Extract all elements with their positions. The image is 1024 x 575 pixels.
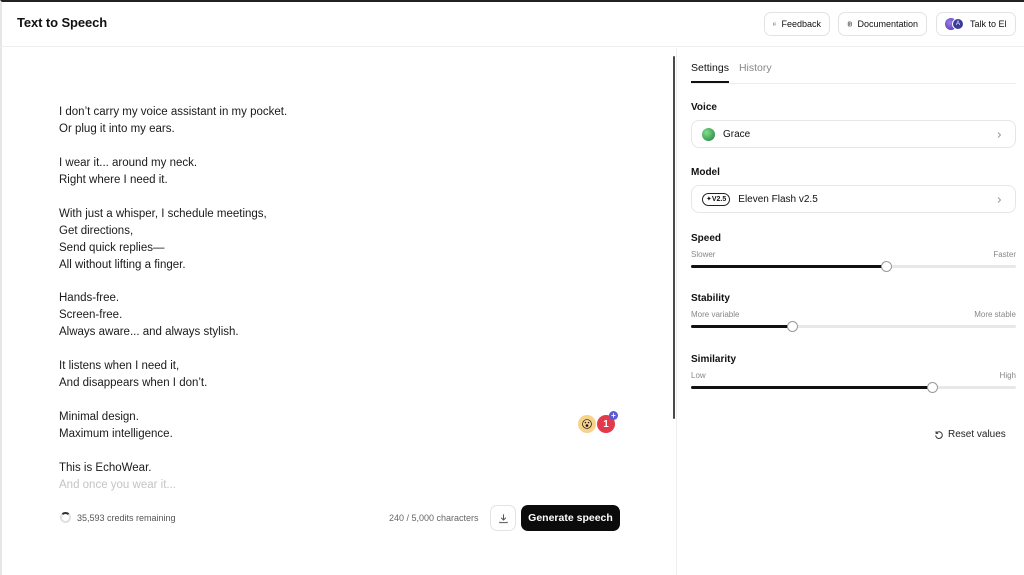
editor-line: It listens when I need it, — [59, 360, 180, 373]
slider-min-label: Slower — [691, 250, 716, 259]
reset-values-label: Reset values — [948, 429, 1006, 440]
editor-paragraph: I don’t carry my voice assistant in my p… — [59, 104, 619, 138]
slider-max-label: More stable — [974, 310, 1016, 319]
chevron-right-icon — [997, 132, 1002, 138]
chevron-right-icon — [997, 197, 1002, 203]
editor-paragraph: I wear it... around my neck. Right where … — [59, 155, 619, 189]
slider-thumb[interactable] — [786, 321, 798, 332]
slider-track[interactable] — [691, 261, 1016, 272]
editor-line: And disappears when I don’t. — [59, 377, 208, 390]
generate-speech-button[interactable]: Generate speech — [521, 505, 620, 531]
editor-line: I don’t carry my voice assistant in my p… — [59, 106, 288, 118]
editor-line: Hands-free. — [59, 292, 120, 305]
editor-paragraph: It listens when I need it, And disappears… — [59, 358, 619, 392]
editor-line: This is EchoWear. — [59, 461, 152, 474]
editor-paragraph: Hands-free. Screen-free. Always aware... a… — [59, 290, 619, 341]
slider-fill — [691, 265, 886, 268]
credits-indicator: 35,593 credits remaining — [60, 512, 176, 523]
editor-line: Right where I need it. — [59, 173, 168, 186]
slider-label: Stability — [691, 293, 730, 304]
slider-fill — [691, 386, 932, 389]
feedback-label: Feedback — [781, 19, 821, 29]
slider-fill — [691, 325, 792, 328]
editor-line: Always aware... and always stylish. — [59, 326, 239, 339]
credits-text: 35,593 credits remaining — [77, 512, 176, 523]
editor-line: Screen-free. — [59, 309, 123, 322]
slider-min-label: More variable — [691, 310, 740, 319]
feedback-button[interactable]: Feedback — [764, 12, 830, 36]
slider-min-label: Low — [691, 371, 706, 380]
model-version-badge: ✦V2.5 — [702, 192, 731, 206]
download-button[interactable] — [490, 505, 516, 531]
editor-paragraph: This is EchoWear. And once you wear it... — [59, 460, 619, 494]
talk-to-el-button[interactable]: A Talk to El — [936, 12, 1016, 36]
slider-label: Speed — [691, 233, 722, 244]
agent-avatar: A — [952, 18, 964, 30]
editor-paragraph: Minimal design. Maximum intelligence. — [59, 409, 619, 443]
chat-bubble-icon — [773, 22, 777, 26]
slider-max-label: High — [999, 371, 1016, 380]
model-selector[interactable]: ✦V2.5 Eleven Flash v2.5 — [691, 185, 1016, 213]
editor-line: I wear it... around my neck. — [59, 156, 198, 169]
slider-max-label: Faster — [993, 250, 1016, 259]
top-header: Text to Speech Feedback Documentation A … — [0, 0, 1024, 47]
document-icon — [847, 21, 852, 27]
credits-ring-icon — [60, 512, 71, 523]
editor-line: Send quick replies— — [59, 241, 165, 254]
talk-to-el-label: Talk to El — [970, 19, 1007, 29]
text-editor[interactable]: I don’t carry my voice assistant in my p… — [59, 104, 619, 494]
slider-thumb[interactable] — [926, 382, 938, 393]
slider-thumb[interactable] — [881, 261, 892, 272]
voice-value: Grace — [723, 128, 751, 140]
voice-label: Voice — [691, 102, 717, 113]
model-label: Model — [691, 167, 720, 178]
tabs-underline — [691, 83, 1016, 84]
slider-track[interactable] — [691, 321, 1016, 332]
panel-tabs: Settings History — [691, 62, 772, 83]
editor-line: Maximum intelligence. — [59, 427, 173, 440]
page-title: Text to Speech — [17, 15, 108, 30]
editor-paragraph: With just a whisper, I schedule meetings… — [59, 206, 619, 274]
editor-line: With just a whisper, I schedule meetings… — [59, 207, 267, 220]
editor-line: Get directions, — [59, 224, 134, 237]
download-icon — [498, 513, 508, 523]
emoji-face-icon[interactable]: 😮 — [578, 415, 596, 433]
character-count: 240 / 5,000 characters — [389, 513, 479, 523]
editor-line-faded: And once you wear it... — [59, 478, 176, 491]
slider-label: Similarity — [691, 354, 737, 365]
editor-scrollbar[interactable] — [673, 56, 675, 419]
agent-avatars: A — [945, 18, 965, 30]
tab-history[interactable]: History — [739, 62, 772, 83]
editor-line: Or plug it into my ears. — [59, 123, 175, 135]
slider-track[interactable] — [691, 382, 1016, 393]
voice-avatar-icon — [702, 127, 715, 141]
editor-line: All without lifting a finger. — [59, 258, 186, 271]
model-value: Eleven Flash v2.5 — [738, 193, 818, 205]
notification-plus-icon: + — [609, 411, 618, 420]
reset-values-button[interactable]: Reset values — [934, 429, 1006, 440]
documentation-label: Documentation — [857, 19, 918, 29]
tab-settings[interactable]: Settings — [691, 62, 729, 83]
panel-divider — [676, 48, 677, 575]
documentation-button[interactable]: Documentation — [838, 12, 927, 36]
editor-line: Minimal design. — [59, 410, 139, 423]
voice-selector[interactable]: Grace — [691, 120, 1016, 148]
rotate-ccw-icon — [935, 430, 943, 439]
